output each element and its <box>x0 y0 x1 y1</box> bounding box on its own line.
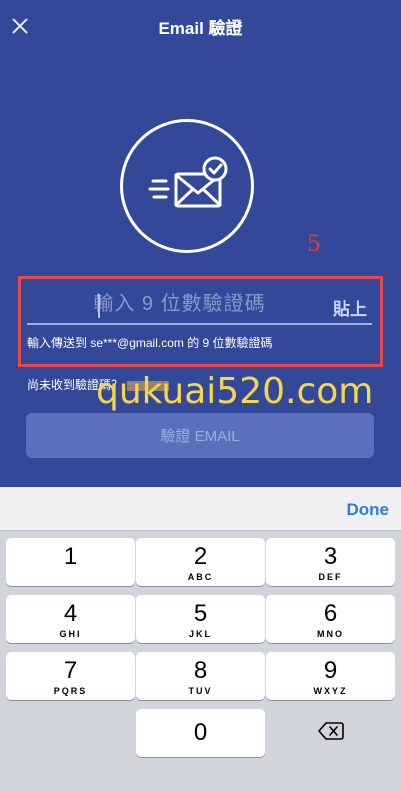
delete-key[interactable] <box>266 709 395 757</box>
mail-sent-check-icon <box>148 156 228 208</box>
key-7[interactable]: 7 PQRS <box>6 652 135 700</box>
mail-illustration <box>120 119 254 253</box>
key-3[interactable]: 3 DEF <box>266 538 395 586</box>
key-5[interactable]: 5 JKL <box>136 595 265 643</box>
verification-screen: Email 驗證 5 貼上 輸入傳送到 se***@gmail.com 的 9 … <box>0 0 401 487</box>
paste-button[interactable]: 貼上 <box>333 295 367 320</box>
key-letters: WXYZ <box>313 686 348 696</box>
key-4[interactable]: 4 GHI <box>6 595 135 643</box>
key-2[interactable]: 2 ABC <box>136 538 265 586</box>
code-hint: 輸入傳送到 se***@gmail.com 的 9 位數驗證碼 <box>27 336 273 350</box>
key-number: 2 <box>193 543 208 570</box>
key-number: 1 <box>63 543 78 570</box>
key-number: 9 <box>323 657 338 684</box>
key-1[interactable]: 1 <box>6 538 135 586</box>
verification-code-input[interactable] <box>27 285 372 325</box>
keyboard-toolbar: Done <box>0 487 401 531</box>
backspace-icon <box>317 722 344 740</box>
key-number: 7 <box>63 657 78 684</box>
numeric-keypad: 1 2 ABC 3 DEF 4 GHI 5 JKL 6 MNO 7 PQRS 8 TUV 9 W… <box>0 531 401 791</box>
key-letters: DEF <box>318 572 343 582</box>
page-title: Email 驗證 <box>158 19 243 38</box>
key-letters: JKL <box>188 629 212 639</box>
text-cursor <box>98 294 100 318</box>
key-9[interactable]: 9 WXYZ <box>266 652 395 700</box>
key-letters: MNO <box>317 629 344 639</box>
key-8[interactable]: 8 TUV <box>136 652 265 700</box>
key-number: 8 <box>193 657 208 684</box>
key-letters: GHI <box>59 629 82 639</box>
key-6[interactable]: 6 MNO <box>266 595 395 643</box>
key-letters: ABC <box>187 572 214 582</box>
done-button[interactable]: Done <box>347 500 390 520</box>
key-number: 5 <box>193 600 208 627</box>
key-number: 6 <box>323 600 338 627</box>
verify-email-button[interactable]: 驗證 EMAIL <box>26 413 374 458</box>
key-number: 0 <box>193 719 208 746</box>
key-letters: TUV <box>188 686 213 696</box>
key-number: 4 <box>63 600 78 627</box>
annotation-number: 5 <box>307 232 321 257</box>
watermark: qukuai520.com <box>96 371 374 412</box>
key-number: 3 <box>323 543 338 570</box>
key-0[interactable]: 0 <box>136 709 265 757</box>
key-letters: PQRS <box>53 686 88 696</box>
